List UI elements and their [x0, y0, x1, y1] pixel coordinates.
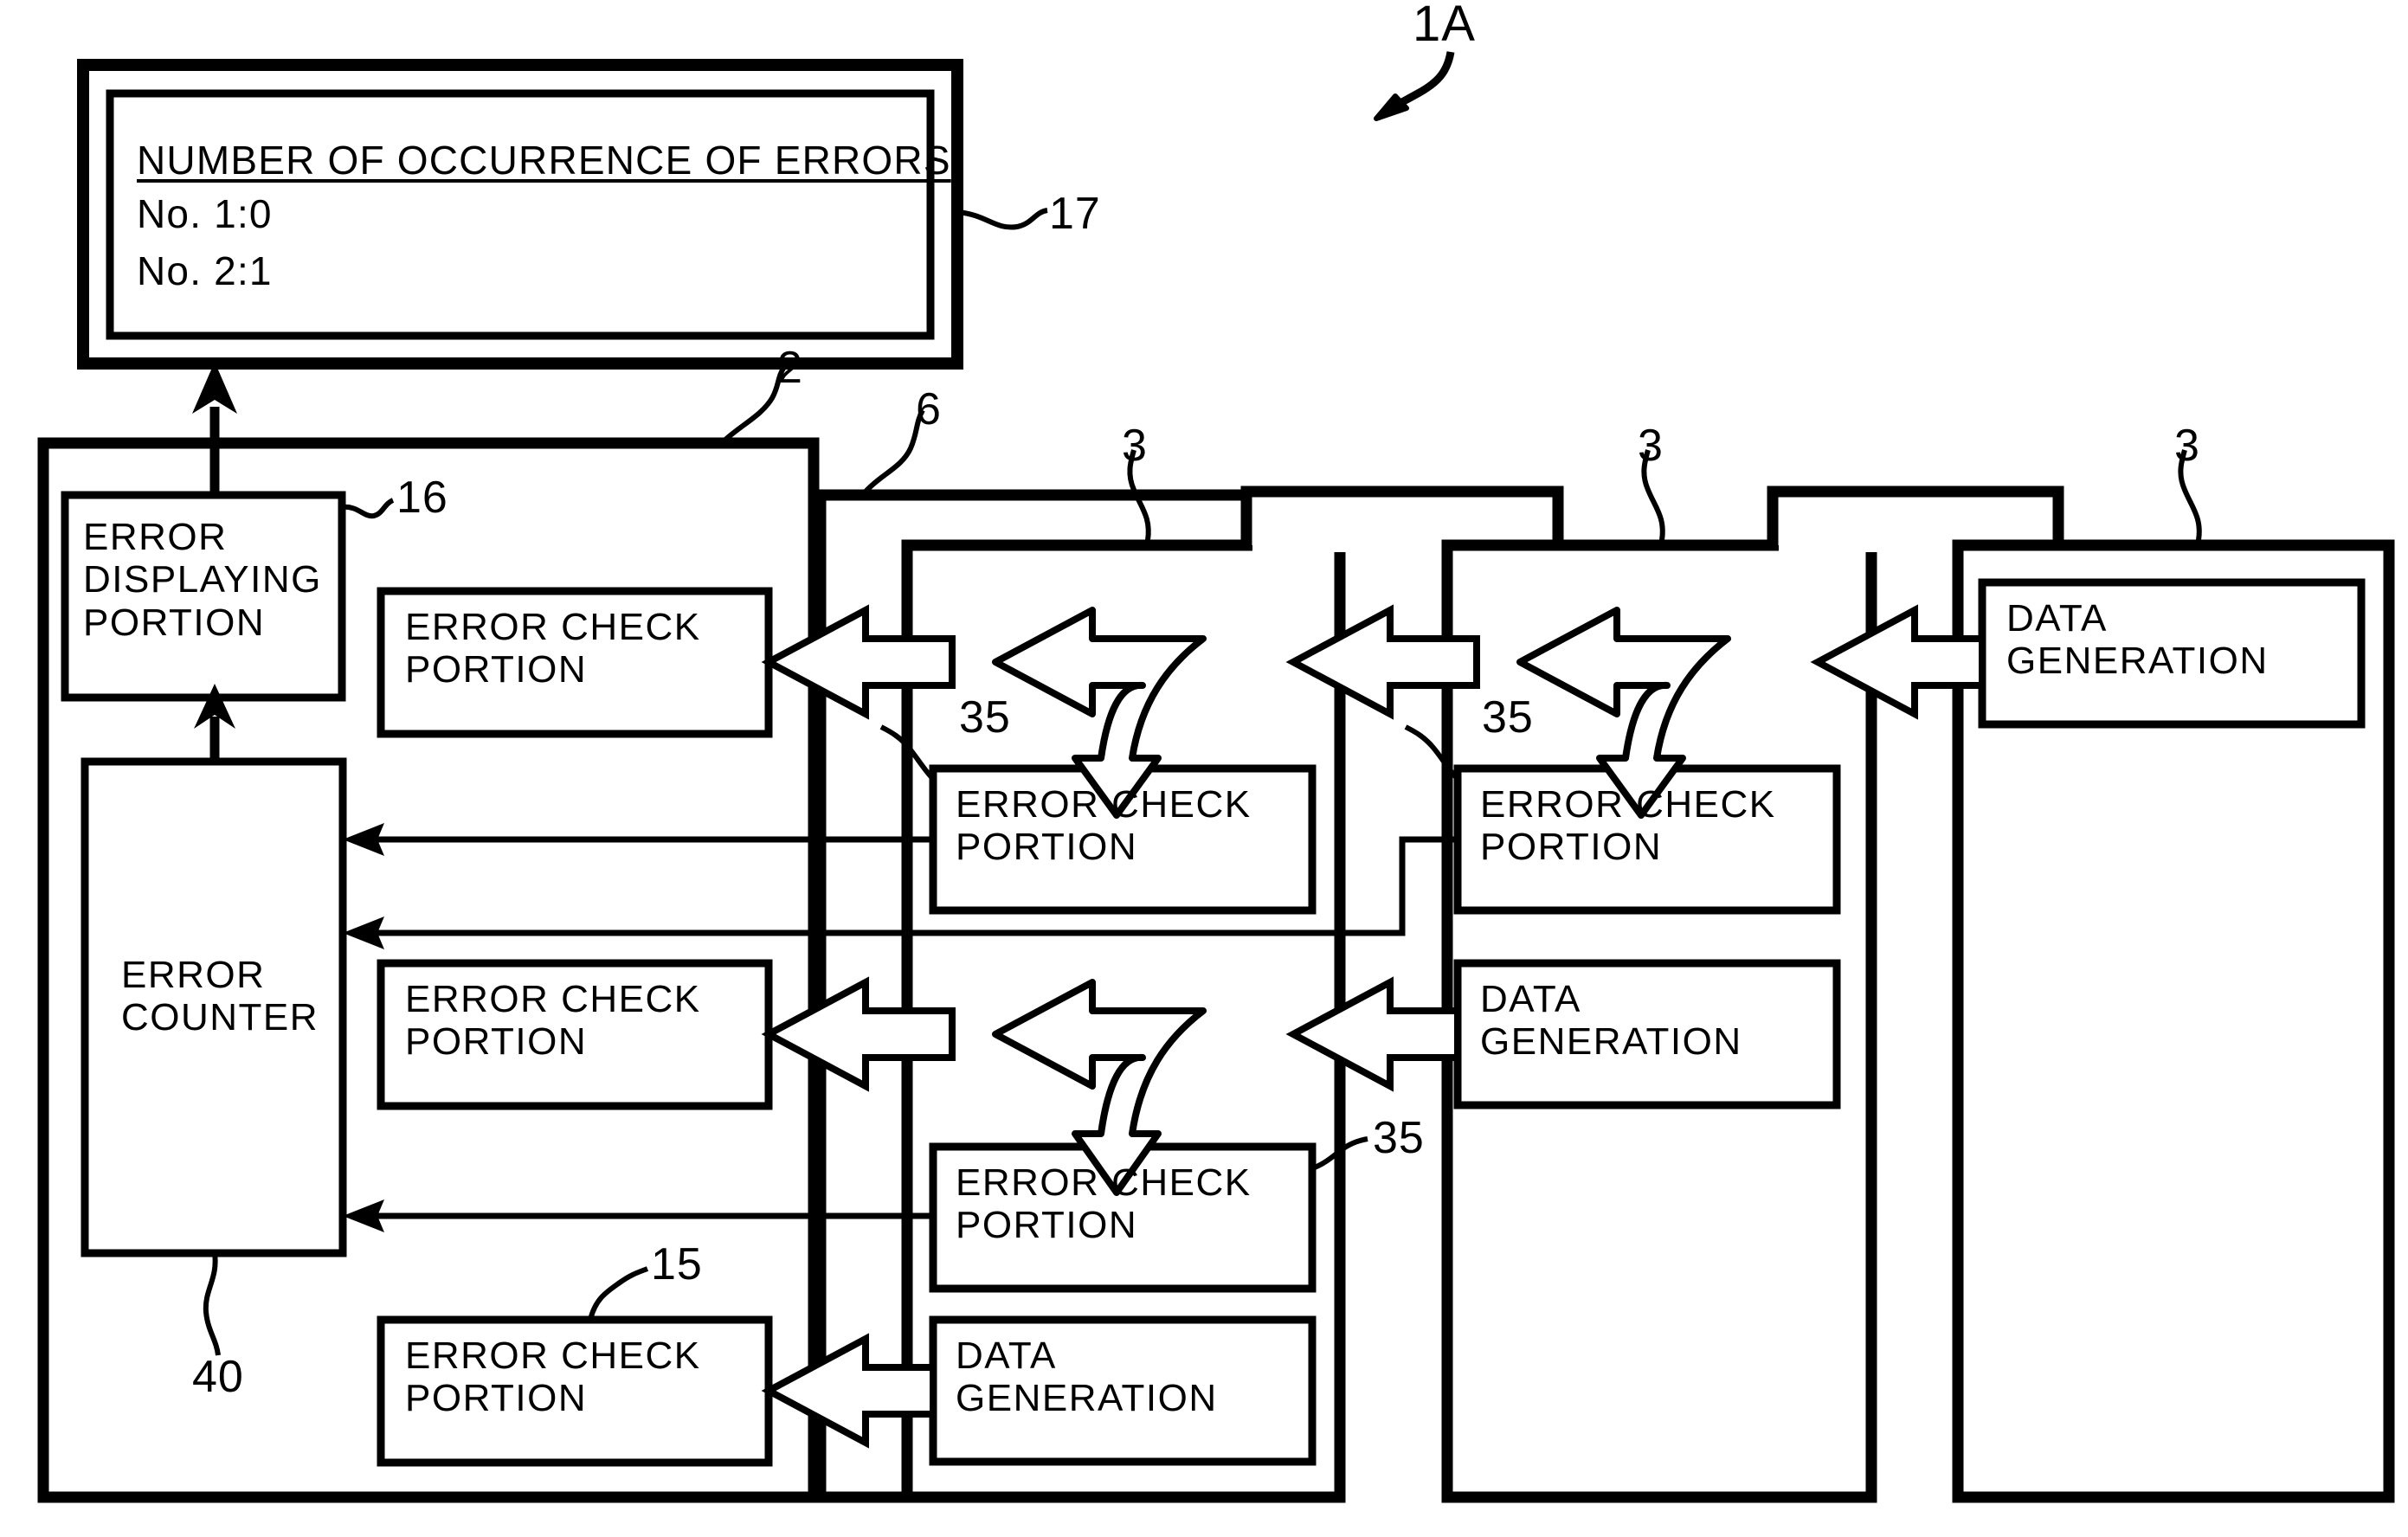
ref-16: 16 — [396, 473, 448, 523]
diagram-svg — [37, 51, 2395, 1503]
ref-35a: 35 — [959, 692, 1011, 743]
label-error-check-top: ERROR CHECK PORTION — [405, 606, 701, 691]
display-panel-line-2: No. 2:1 — [137, 248, 273, 293]
leader-17 — [956, 208, 1048, 230]
ref-2: 2 — [777, 343, 803, 393]
ref-3b: 3 — [1638, 421, 1664, 471]
system-ref-1a: 1A — [1413, 0, 1476, 52]
display-panel-line-1: No. 1:0 — [137, 191, 273, 236]
ref-35b: 35 — [1482, 692, 1534, 743]
label-error-check-p3a: ERROR CHECK PORTION — [1480, 783, 1776, 869]
label-error-check-p6-lower: ERROR CHECK PORTION — [956, 1161, 1252, 1247]
ref-6: 6 — [916, 384, 942, 434]
label-data-generation-p3c: DATA GENERATION — [2006, 597, 2269, 683]
ref-3a: 3 — [1122, 421, 1148, 471]
label-error-displaying-portion: ERROR DISPLAYING PORTION — [83, 516, 322, 644]
leader-6 — [863, 408, 925, 494]
ref-35c: 35 — [1373, 1113, 1425, 1163]
ref-40: 40 — [192, 1352, 244, 1402]
ref-15: 15 — [651, 1239, 703, 1289]
figure-canvas: 1A NUMBER OF OCCURRENCE OF ERRORS No. 1:… — [0, 0, 2408, 1537]
label-error-check-bottom: ERROR CHECK PORTION — [405, 1334, 701, 1420]
label-error-check-p6-upper: ERROR CHECK PORTION — [956, 783, 1252, 869]
label-error-counter: ERROR COUNTER — [121, 954, 319, 1039]
ref-17: 17 — [1049, 189, 1101, 239]
leader-1A — [1374, 51, 1455, 121]
label-error-check-mid: ERROR CHECK PORTION — [405, 978, 701, 1064]
ref-3c: 3 — [2174, 421, 2200, 471]
leader-2 — [723, 365, 787, 442]
display-panel-title: NUMBER OF OCCURRENCE OF ERRORS — [137, 138, 951, 183]
label-data-generation-p3a: DATA GENERATION — [1480, 978, 1742, 1064]
label-data-generation-p6: DATA GENERATION — [956, 1334, 1218, 1420]
